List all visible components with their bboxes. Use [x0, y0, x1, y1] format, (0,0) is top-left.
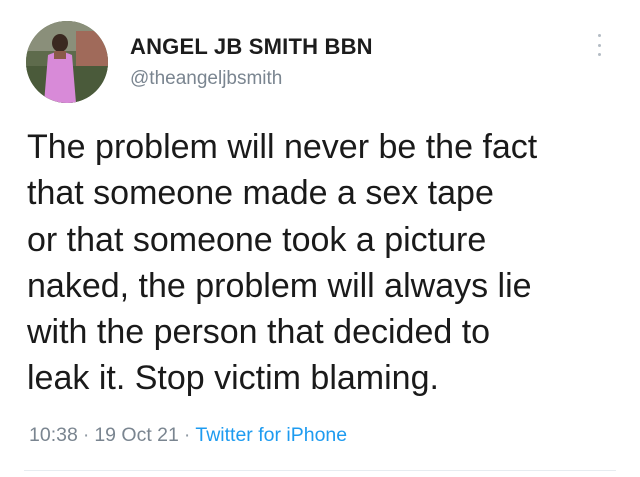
user-handle[interactable]: @theangeljbsmith — [130, 68, 282, 90]
dot — [597, 53, 601, 56]
tweet-text-line: leak it. Stop victim blaming. — [27, 359, 439, 398]
tweet-text-line: The problem will never be the fact — [27, 128, 538, 166]
separator: · — [82, 424, 90, 446]
tweet-date[interactable]: 19 Oct 21 — [94, 424, 179, 446]
tweet-card: ANGEL JB SMITH BBN @theangeljbsmith The … — [0, 0, 640, 477]
tweet-text-line: naked, the problem will always lie — [27, 266, 532, 305]
avatar[interactable] — [26, 21, 108, 103]
separator: · — [183, 424, 191, 446]
more-options-icon[interactable] — [594, 34, 604, 56]
tweet-text: The problem will never be the fact that … — [27, 124, 617, 402]
avatar-photo — [26, 21, 108, 103]
dot — [597, 34, 601, 37]
display-name[interactable]: ANGEL JB SMITH BBN — [130, 34, 373, 60]
tweet-meta: 10:38 · 19 Oct 21 · Twitter for iPhone — [29, 424, 347, 447]
tweet-text-line: that someone made a sex tape — [27, 174, 494, 213]
tweet-text-line: with the person that decided to — [27, 313, 491, 352]
tweet-time[interactable]: 10:38 — [29, 424, 78, 446]
divider — [24, 470, 616, 471]
tweet-source-link[interactable]: Twitter for iPhone — [195, 424, 347, 446]
tweet-text-line: or that someone took a picture — [27, 220, 487, 259]
dot — [597, 43, 601, 47]
